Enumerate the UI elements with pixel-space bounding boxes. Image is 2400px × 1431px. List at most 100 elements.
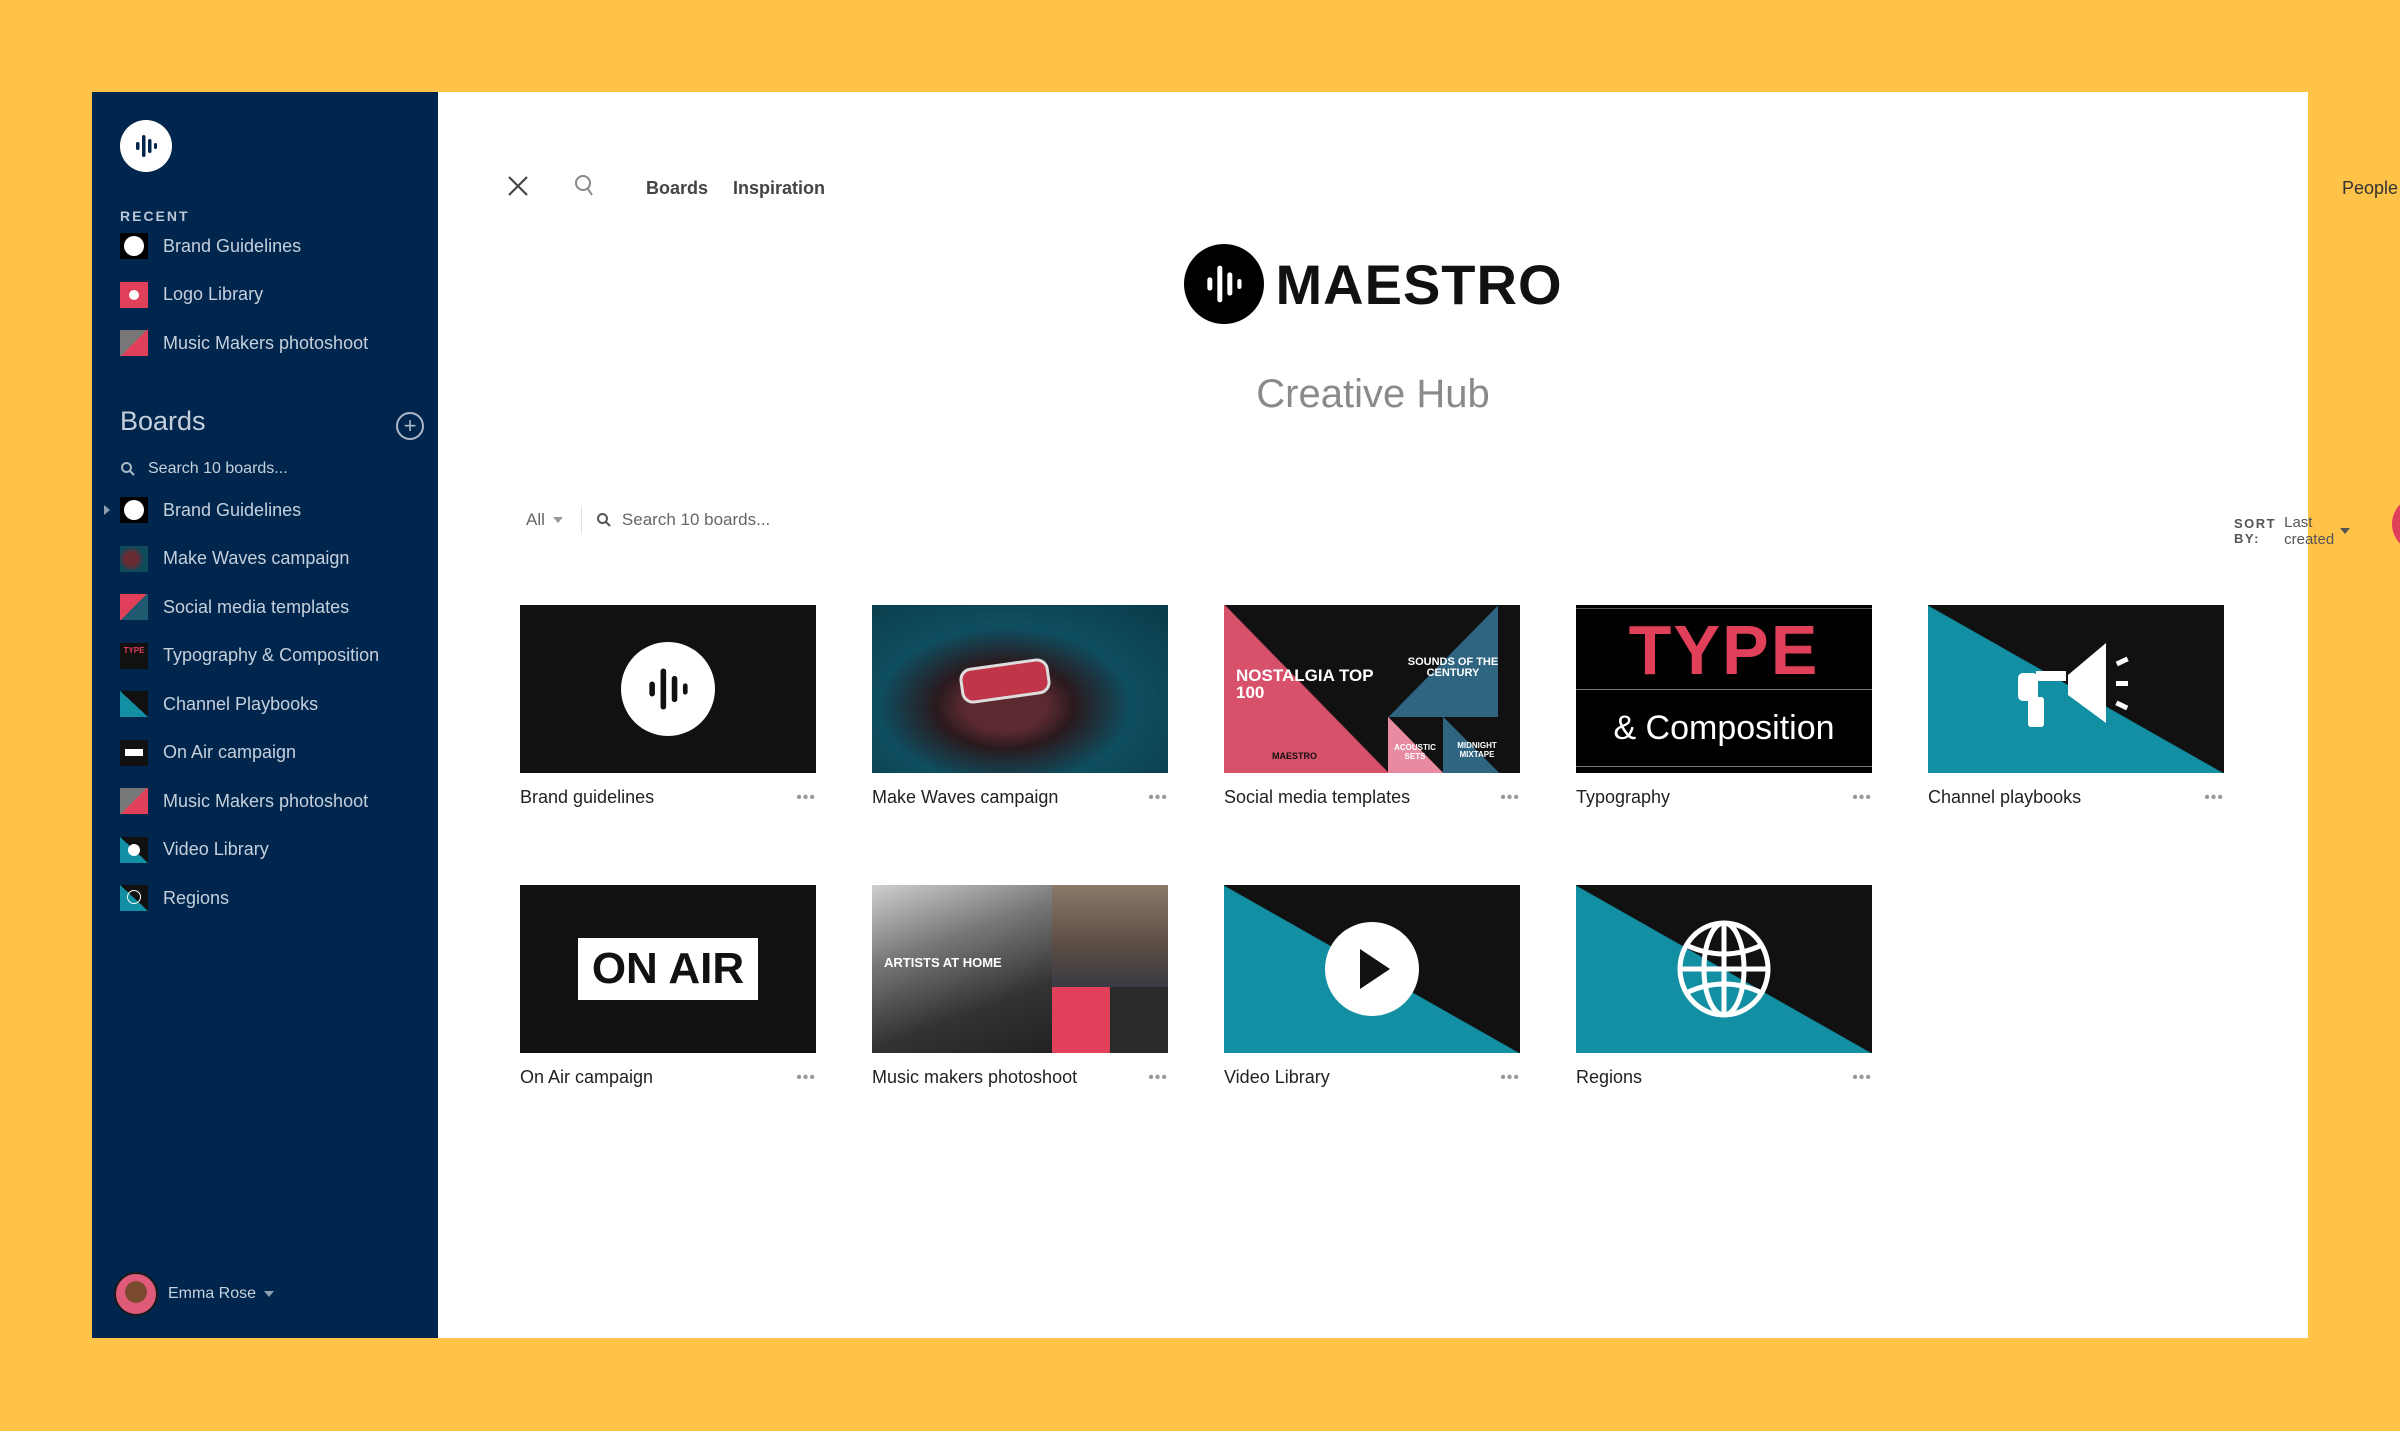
card-thumbnail: TYPE & Composition — [1576, 605, 1872, 773]
board-card[interactable]: NOSTALGIA TOP 100 SOUNDS OF THE CENTURY … — [1224, 605, 1520, 808]
more-options-icon[interactable]: ••• — [1500, 1069, 1520, 1087]
more-options-icon[interactable]: ••• — [796, 1069, 816, 1087]
card-label: Channel playbooks — [1928, 787, 2082, 807]
board-card[interactable]: TYPE & Composition Typography ••• — [1576, 605, 1872, 808]
template-text: NOSTALGIA TOP 100 — [1236, 666, 1374, 702]
on-air-icon — [120, 739, 148, 766]
sidebar-board-brand-guidelines[interactable]: Brand Guidelines — [104, 486, 420, 535]
main-content: Boards Inspiration People ? MAESTRO Crea… — [438, 92, 2400, 1338]
boards-list: Brand Guidelines Make Waves campaign Soc… — [104, 486, 420, 923]
card-label: Typography — [1576, 787, 1671, 807]
board-label: Video Library — [163, 839, 269, 860]
chevron-down-icon — [264, 1291, 275, 1297]
scope-select[interactable]: All — [526, 510, 563, 530]
chevron-down-icon — [552, 517, 563, 523]
page-title: Creative Hub — [1256, 372, 1490, 416]
more-options-icon[interactable]: ••• — [1852, 789, 1872, 807]
maestro-logo-icon — [1183, 244, 1264, 324]
globe-icon — [1677, 920, 1771, 1018]
avatar — [114, 1272, 158, 1316]
board-label: On Air campaign — [163, 742, 297, 763]
nav-inspiration[interactable]: Inspiration — [733, 178, 825, 199]
sidebar-board-social-media[interactable]: Social media templates — [120, 583, 420, 632]
create-new-button[interactable]: Create New — [2392, 496, 2400, 552]
board-label: Music Makers photoshoot — [163, 790, 369, 811]
board-card[interactable]: Video Library ••• — [1224, 885, 1520, 1088]
card-thumbnail — [1576, 885, 1872, 1053]
board-search-input[interactable]: Search 10 boards... — [596, 510, 770, 530]
sidebar-board-typography[interactable]: TYPE Typography & Composition — [120, 632, 420, 681]
board-label: Regions — [163, 887, 230, 908]
nav-people[interactable]: People — [2342, 178, 2398, 199]
templates-icon — [120, 594, 148, 621]
scope-value: All — [526, 510, 545, 529]
sunglasses-graphic — [957, 656, 1053, 706]
card-label: Make Waves campaign — [872, 787, 1059, 807]
card-thumbnail: ARTISTS AT HOME — [872, 885, 1168, 1053]
boards-heading: Boards — [120, 406, 206, 436]
card-label: Social media templates — [1224, 787, 1411, 807]
sidebar-board-music-makers[interactable]: Music Makers photoshoot — [120, 777, 420, 826]
user-name: Emma Rose — [168, 1285, 257, 1302]
user-menu[interactable]: Emma Rose — [114, 1272, 275, 1316]
board-label: Typography & Composition — [163, 645, 380, 666]
card-label: Regions — [1576, 1067, 1643, 1087]
close-icon[interactable] — [506, 174, 530, 198]
maestro-logo-icon[interactable] — [120, 120, 172, 172]
megaphone-icon — [2018, 643, 2129, 727]
photo-collage-icon — [120, 788, 148, 815]
sidebar-board-on-air[interactable]: On Air campaign — [120, 729, 420, 778]
more-options-icon[interactable]: ••• — [1500, 789, 1520, 807]
board-label: Social media templates — [163, 596, 350, 617]
photo-icon — [120, 545, 148, 572]
board-card[interactable]: Make Waves campaign ••• — [872, 605, 1168, 808]
more-options-icon[interactable]: ••• — [1852, 1069, 1872, 1087]
board-label: Make Waves campaign — [163, 548, 350, 569]
more-options-icon[interactable]: ••• — [2204, 789, 2224, 807]
recent-item-logo-library[interactable]: Logo Library — [120, 271, 420, 320]
sort-value: Last created — [2284, 514, 2335, 548]
sidebar-search[interactable]: Search 10 boards... — [120, 460, 288, 478]
card-thumbnail — [520, 605, 816, 773]
board-card[interactable]: Channel playbooks ••• — [1928, 605, 2224, 808]
more-options-icon[interactable]: ••• — [1148, 789, 1168, 807]
sidebar-search-placeholder: Search 10 boards... — [148, 460, 288, 477]
sidebar-board-make-waves[interactable]: Make Waves campaign — [120, 535, 420, 584]
card-label: Brand guidelines — [520, 787, 655, 807]
play-icon — [1325, 922, 1419, 1016]
more-options-icon[interactable]: ••• — [796, 789, 816, 807]
board-card[interactable]: Brand guidelines ••• — [520, 605, 816, 808]
chevron-down-icon — [2340, 528, 2351, 534]
card-thumbnail: ON AIR — [520, 885, 816, 1053]
sort-label: SORT BY: — [2234, 516, 2277, 546]
search-icon[interactable] — [574, 174, 596, 198]
recent-item-label: Music Makers photoshoot — [163, 332, 369, 353]
board-card[interactable]: ON AIR On Air campaign ••• — [520, 885, 816, 1088]
sidebar-board-channel-playbooks[interactable]: Channel Playbooks — [120, 680, 420, 729]
recent-item-label: Logo Library — [163, 284, 264, 305]
card-thumbnail — [872, 605, 1168, 773]
maestro-logo-icon — [120, 233, 148, 260]
nav-boards[interactable]: Boards — [646, 178, 708, 199]
plus-circle-icon[interactable]: + — [396, 412, 424, 440]
template-text: MIDNIGHT MIXTAPE — [1457, 741, 1497, 759]
sidebar-board-regions[interactable]: Regions — [120, 874, 420, 923]
recent-item-music-makers[interactable]: Music Makers photoshoot — [120, 319, 420, 368]
brand-name: MAESTRO — [1275, 252, 1563, 316]
search-icon — [121, 462, 135, 476]
recent-item-brand-guidelines[interactable]: Brand Guidelines — [120, 222, 420, 271]
sidebar: RECENT Brand Guidelines Logo Library Mus… — [92, 92, 438, 1338]
recent-item-label: Brand Guidelines — [163, 235, 302, 256]
maestro-logo-icon — [120, 497, 148, 524]
maestro-logo-icon — [621, 642, 715, 736]
sidebar-board-video-library[interactable]: Video Library — [120, 826, 420, 875]
board-card[interactable]: Regions ••• — [1576, 885, 1872, 1088]
photo-collage-icon — [120, 330, 148, 357]
recent-list: Brand Guidelines Logo Library Music Make… — [120, 222, 420, 368]
board-card[interactable]: ARTISTS AT HOME Music makers photoshoot •… — [872, 885, 1168, 1088]
more-options-icon[interactable]: ••• — [1148, 1069, 1168, 1087]
on-air-sign: ON AIR — [577, 938, 759, 1000]
expand-caret-icon[interactable] — [104, 505, 110, 515]
sort-control[interactable]: SORT BY: Last created — [2234, 514, 2351, 548]
card-label: On Air campaign — [520, 1067, 654, 1087]
